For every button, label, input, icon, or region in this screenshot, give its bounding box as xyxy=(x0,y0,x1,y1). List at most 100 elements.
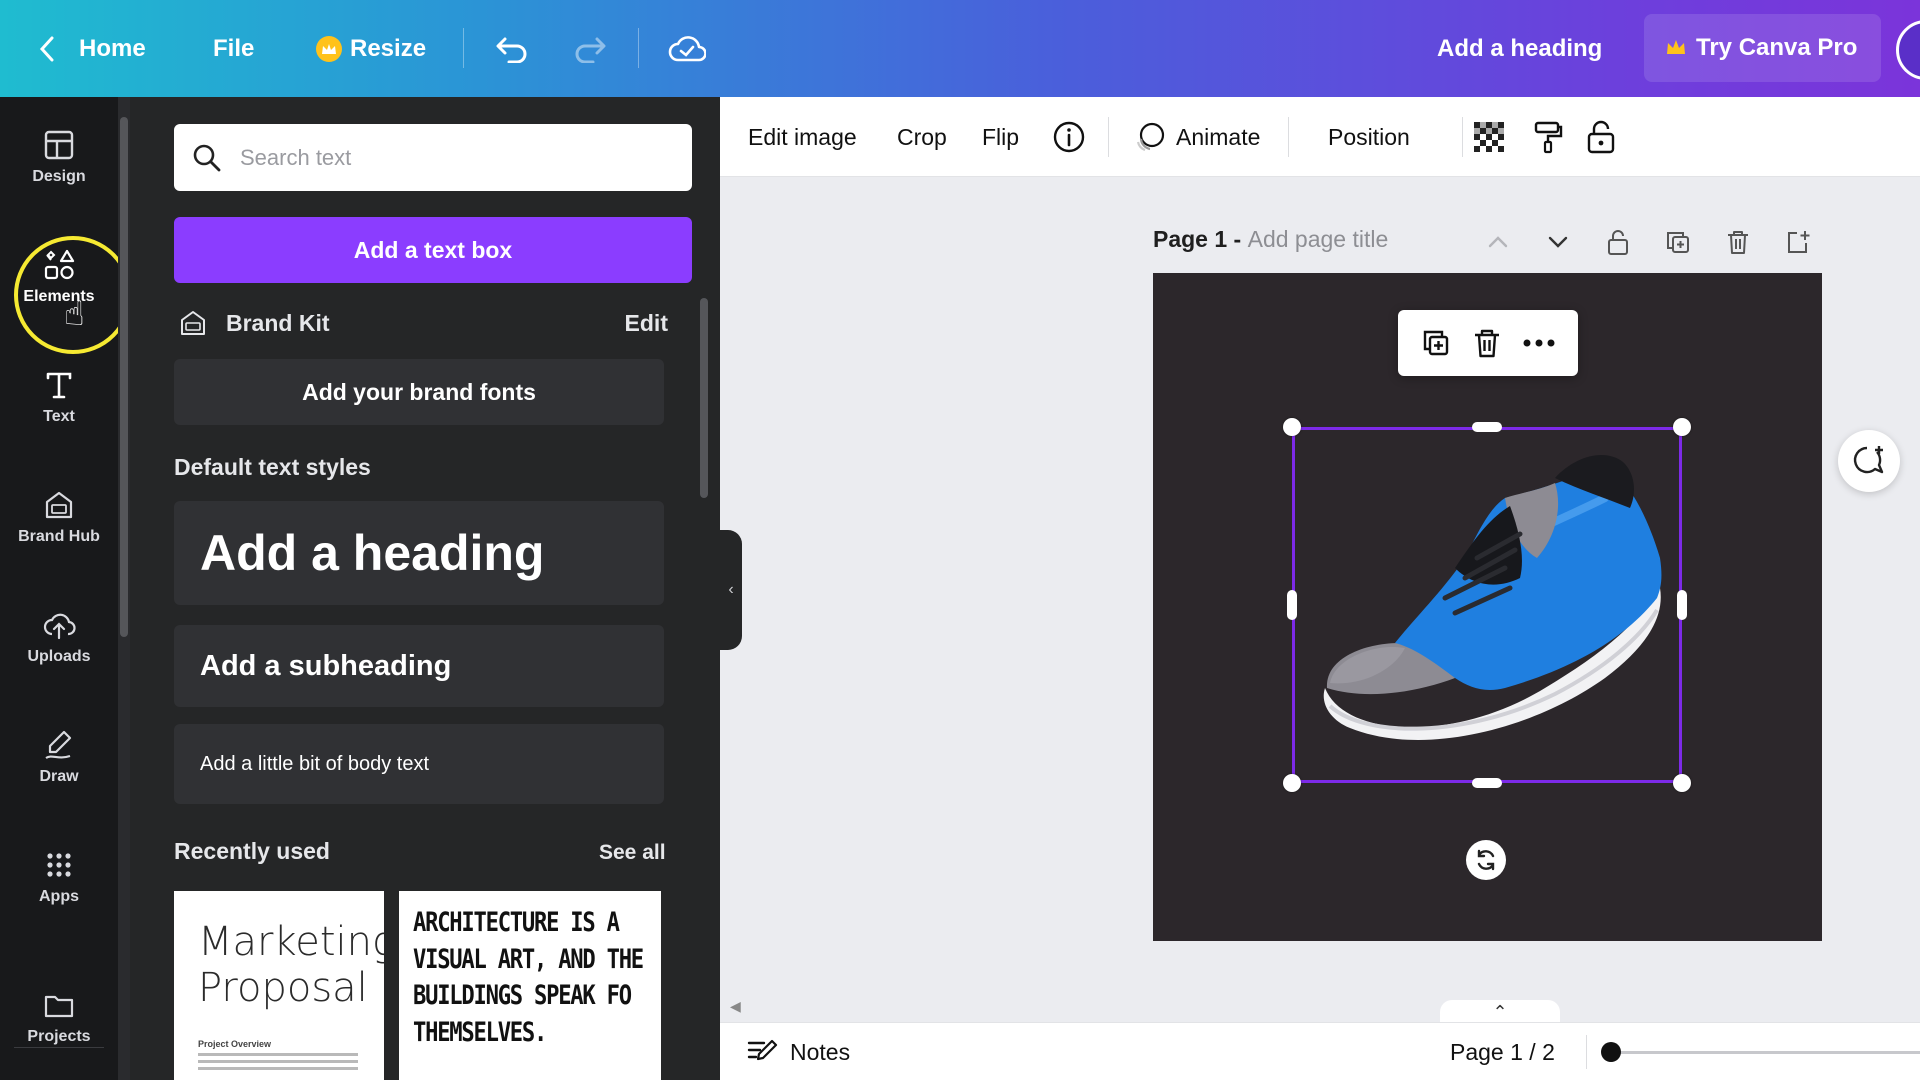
transparency-icon[interactable] xyxy=(1472,97,1506,177)
add-comment-icon[interactable] xyxy=(1838,430,1900,492)
edit-image-button[interactable]: Edit image xyxy=(748,97,857,177)
brand-kit-label: Brand Kit xyxy=(226,309,330,336)
nav-item-brand-hub[interactable]: Brand Hub xyxy=(0,467,118,567)
resize-button[interactable]: Resize xyxy=(316,0,426,97)
see-all-link[interactable]: See all xyxy=(599,841,666,865)
add-page-icon[interactable] xyxy=(1782,226,1814,258)
resize-handle-left[interactable] xyxy=(1287,590,1297,620)
divider xyxy=(1108,117,1109,157)
undo-icon[interactable] xyxy=(494,0,530,97)
lock-icon[interactable] xyxy=(1602,226,1634,258)
nav-label: Uploads xyxy=(27,648,91,665)
zoom-slider-track[interactable] xyxy=(1610,1051,1920,1054)
nav-scrollbar[interactable] xyxy=(118,97,130,1080)
crop-button[interactable]: Crop xyxy=(897,97,947,177)
chevron-down-icon[interactable] xyxy=(1542,226,1574,258)
template-title-line: Proposal xyxy=(198,965,368,1011)
folder-icon xyxy=(44,995,74,1018)
document-title[interactable]: Add a heading xyxy=(1437,0,1602,97)
redo-icon[interactable] xyxy=(572,0,608,97)
nav-item-draw[interactable]: Draw xyxy=(0,707,118,807)
brand-kit-icon xyxy=(181,311,205,335)
add-text-box-button[interactable]: Add a text box xyxy=(174,217,692,283)
nav-label: Brand Hub xyxy=(18,528,100,545)
flip-button[interactable]: Flip xyxy=(982,97,1019,177)
text-t-icon xyxy=(46,372,72,399)
template-text-line: THEMSELVES. xyxy=(413,1017,547,1049)
file-menu-button[interactable]: File xyxy=(213,0,254,97)
try-pro-label: Try Canva Pro xyxy=(1696,34,1858,61)
context-toolbar: Edit image Crop Flip Animate Position xyxy=(720,97,1920,177)
page-title-placeholder[interactable]: Add page title xyxy=(1248,226,1389,252)
resize-handle-right[interactable] xyxy=(1677,590,1687,620)
template-title: Marketing Proposal xyxy=(198,919,384,1011)
crown-icon xyxy=(316,35,342,62)
recent-template-architecture[interactable]: ARCHITECTURE IS A VISUAL ART, AND THE BU… xyxy=(399,891,661,1080)
panel-scrollbar[interactable] xyxy=(698,290,710,1080)
add-heading-style[interactable]: Add a heading xyxy=(174,501,664,605)
home-button[interactable]: Home xyxy=(79,0,146,97)
page-count-button[interactable]: Page 1 / 2 xyxy=(1450,1023,1555,1080)
nav-scrollbar-thumb[interactable] xyxy=(120,117,128,637)
notes-label: Notes xyxy=(790,1038,851,1065)
nav-item-elements[interactable]: Elements xyxy=(0,227,118,327)
search-icon xyxy=(193,144,221,171)
brand-kit-edit-button[interactable]: Edit xyxy=(625,310,668,337)
nav-label: Text xyxy=(43,408,75,425)
template-title-line: Marketing xyxy=(198,919,384,965)
resize-handle-bottom[interactable] xyxy=(1472,778,1502,788)
top-bar: Home File Resize Add a heading Try Canva… xyxy=(0,0,1920,97)
animate-button[interactable]: Animate xyxy=(1134,97,1260,177)
position-button[interactable]: Position xyxy=(1328,97,1410,177)
cloud-check-icon[interactable] xyxy=(668,0,706,97)
resize-label: Resize xyxy=(350,34,427,62)
apps-grid-icon xyxy=(47,853,71,877)
nav-item-apps[interactable]: Apps xyxy=(0,827,118,927)
resize-handle-top[interactable] xyxy=(1472,422,1502,432)
more-dots-icon[interactable] xyxy=(1522,338,1556,348)
info-icon[interactable] xyxy=(1052,97,1086,177)
paint-roller-icon[interactable] xyxy=(1532,97,1564,177)
panel-scrollbar-thumb[interactable] xyxy=(700,298,708,498)
chevron-up-icon[interactable] xyxy=(1482,226,1514,258)
chevron-up-icon[interactable]: ⌃ xyxy=(1440,1000,1560,1024)
nav-item-design[interactable]: Design xyxy=(0,107,118,207)
resize-handle-top-left[interactable] xyxy=(1283,418,1301,436)
divider xyxy=(1586,1035,1587,1069)
template-subtitle: Project Overview xyxy=(198,1039,272,1049)
rotate-icon[interactable] xyxy=(1466,840,1506,880)
nav-item-projects[interactable]: Projects xyxy=(0,967,118,1067)
duplicate-icon[interactable] xyxy=(1420,327,1452,359)
trash-icon[interactable] xyxy=(1722,226,1754,258)
resize-handle-top-right[interactable] xyxy=(1673,418,1691,436)
text-panel: Add a text box Brand Kit Edit Add your b… xyxy=(130,97,720,1080)
add-brand-fonts-button[interactable]: Add your brand fonts xyxy=(174,359,664,425)
add-body-text-style[interactable]: Add a little bit of body text xyxy=(174,724,664,804)
nav-item-uploads[interactable]: Uploads xyxy=(0,587,118,687)
collapse-panel-button[interactable]: ‹ xyxy=(720,530,742,650)
element-floating-menu xyxy=(1398,310,1578,376)
chevron-left-icon[interactable] xyxy=(34,0,60,97)
resize-handle-bottom-left[interactable] xyxy=(1283,774,1301,792)
scroll-left-arrow[interactable]: ◀ xyxy=(730,998,741,1015)
template-text-line: ARCHITECTURE IS A xyxy=(413,907,620,938)
page-title[interactable]: Page 1 - Add page title xyxy=(1153,226,1388,253)
avatar[interactable] xyxy=(1896,20,1920,80)
try-canva-pro-button[interactable]: Try Canva Pro xyxy=(1644,14,1882,82)
selection-box[interactable] xyxy=(1292,427,1682,783)
nav-item-text[interactable]: Text xyxy=(0,347,118,447)
zoom-slider-knob[interactable] xyxy=(1601,1042,1621,1062)
recent-template-marketing-proposal[interactable]: Marketing Proposal Project Overview xyxy=(174,891,384,1080)
trash-icon[interactable] xyxy=(1472,327,1502,359)
default-text-styles-title: Default text styles xyxy=(174,454,371,480)
add-subheading-style[interactable]: Add a subheading xyxy=(174,625,664,707)
search-input[interactable] xyxy=(240,144,660,171)
hand-cursor-icon: ☝ xyxy=(64,295,85,333)
template-text-line: BUILDINGS SPEAK FO xyxy=(413,980,632,1012)
lock-icon[interactable] xyxy=(1586,97,1616,177)
search-box[interactable] xyxy=(174,124,692,191)
duplicate-page-icon[interactable] xyxy=(1662,226,1694,258)
resize-handle-bottom-right[interactable] xyxy=(1673,774,1691,792)
chevron-right-icon[interactable]: › xyxy=(646,981,656,1015)
notes-button[interactable]: Notes xyxy=(746,1023,850,1080)
